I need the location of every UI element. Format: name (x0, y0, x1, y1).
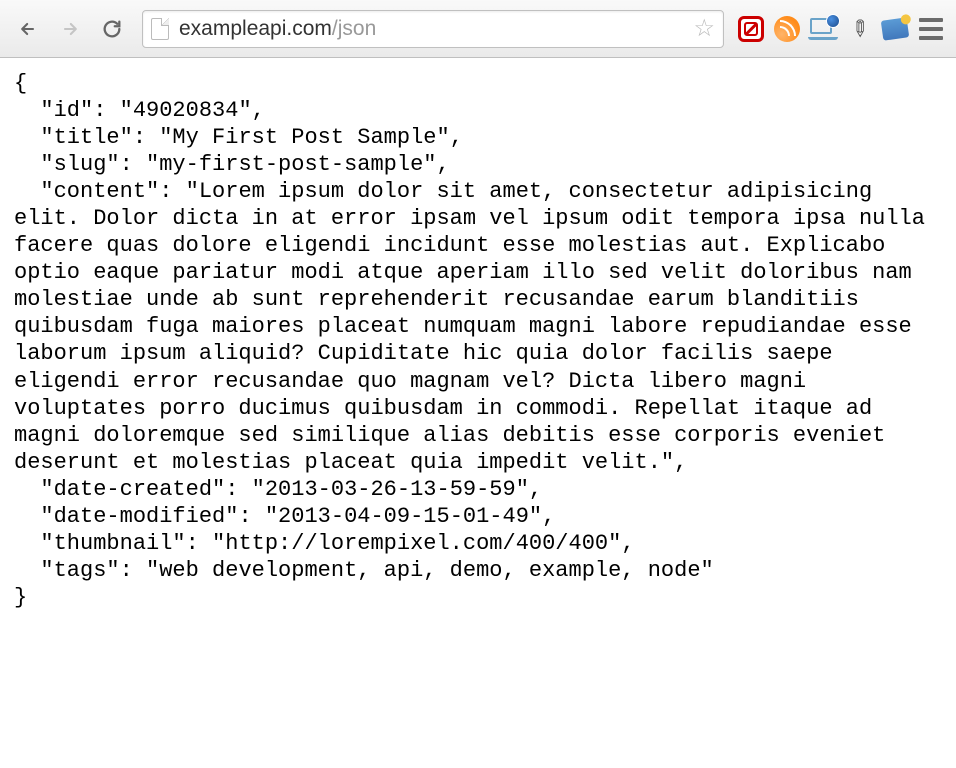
page-icon (151, 18, 169, 40)
url-path: /json (332, 17, 376, 40)
pin-extension-icon[interactable]: ✎ (844, 14, 874, 44)
adblock-extension-icon[interactable] (736, 14, 766, 44)
json-open: { (14, 71, 27, 96)
json-tags-val: "web development, api, demo, example, no… (146, 558, 714, 583)
device-extension-icon[interactable] (808, 14, 838, 44)
url-domain: exampleapi.com (179, 17, 332, 40)
json-date-modified-val: "2013-04-09-15-01-49" (265, 504, 542, 529)
json-id-key: "id" (40, 98, 93, 123)
json-response-body: { "id": "49020834", "title": "My First P… (0, 58, 956, 623)
json-slug-val: "my-first-post-sample" (146, 152, 436, 177)
arrow-right-icon (60, 19, 80, 39)
json-date-created-val: "2013-03-26-13-59-59" (252, 477, 529, 502)
json-slug-key: "slug" (40, 152, 119, 177)
json-content-val: "Lorem ipsum dolor sit amet, consectetur… (14, 179, 938, 474)
menu-button[interactable] (916, 14, 946, 44)
json-date-created-key: "date-created" (40, 477, 225, 502)
reload-icon (101, 18, 123, 40)
json-date-modified-key: "date-modified" (40, 504, 238, 529)
json-id-val: "49020834" (120, 98, 252, 123)
back-button[interactable] (10, 11, 46, 47)
json-tags-key: "tags" (40, 558, 119, 583)
reload-button[interactable] (94, 11, 130, 47)
url-text: exampleapi.com/json (179, 17, 685, 41)
rss-extension-icon[interactable] (772, 14, 802, 44)
address-bar[interactable]: exampleapi.com/json ☆ (142, 10, 724, 48)
json-thumbnail-key: "thumbnail" (40, 531, 185, 556)
arrow-left-icon (18, 19, 38, 39)
json-close: } (14, 585, 27, 610)
json-title-val: "My First Post Sample" (159, 125, 449, 150)
json-title-key: "title" (40, 125, 132, 150)
bookmark-star-icon[interactable]: ☆ (693, 14, 715, 43)
forward-button[interactable] (52, 11, 88, 47)
json-content-key: "content" (40, 179, 159, 204)
card-extension-icon[interactable] (880, 14, 910, 44)
browser-toolbar: exampleapi.com/json ☆ ✎ (0, 0, 956, 58)
json-thumbnail-val: "http://lorempixel.com/400/400" (212, 531, 621, 556)
hamburger-icon (919, 18, 943, 40)
